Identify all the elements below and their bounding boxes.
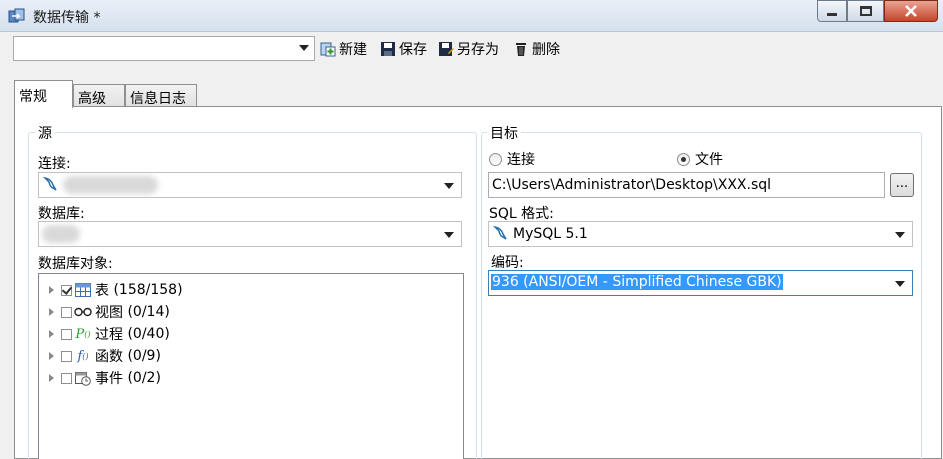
tree-item-label: 过程 xyxy=(95,327,123,343)
title-bar: 数据传输 * xyxy=(0,0,943,32)
save-as-label: 另存为 xyxy=(457,42,499,58)
toolbar: 新建 保存 另存为 删除 xyxy=(0,32,943,68)
source-connection-select[interactable] xyxy=(38,172,462,198)
source-title: 源 xyxy=(35,123,55,143)
expand-arrow-icon[interactable] xyxy=(49,308,54,316)
tree-item-label: 表 xyxy=(95,283,109,299)
mysql-dolphin-icon xyxy=(492,225,509,245)
delete-button[interactable]: 删除 xyxy=(513,40,560,58)
tree-item-count: (0/9) xyxy=(127,348,161,364)
tree-item-count: (0/2) xyxy=(127,370,161,386)
chevron-down-icon xyxy=(299,45,309,51)
maximize-icon xyxy=(859,6,872,16)
procedures-checkbox[interactable] xyxy=(61,328,72,340)
radio-file-dot xyxy=(677,152,690,166)
trash-icon xyxy=(516,43,526,56)
window-title: 数据传输 * xyxy=(33,10,101,26)
new-icon xyxy=(320,42,336,57)
minimize-icon xyxy=(827,12,837,16)
event-icon xyxy=(74,370,92,386)
sql-format-label: SQL 格式: xyxy=(489,206,554,222)
target-group: 目标 连接 文件 C:\Users\Administrator\Desktop\… xyxy=(481,123,922,459)
function-icon: f() xyxy=(77,348,89,364)
radio-target-connection[interactable]: 连接 xyxy=(489,149,535,169)
tab-advanced-label: 高级 xyxy=(78,91,106,107)
mysql-dolphin-icon xyxy=(42,176,59,196)
database-objects-tree[interactable]: 表 (158/158) 视图 (0/14) P() 过程 (0/40) f ()… xyxy=(38,273,464,459)
tab-advanced[interactable]: 高级 xyxy=(73,84,125,107)
expand-arrow-icon[interactable] xyxy=(49,374,54,382)
expand-arrow-icon[interactable] xyxy=(49,352,54,360)
data-transfer-icon xyxy=(8,8,26,24)
view-icon xyxy=(74,304,92,320)
tree-item-count: (158/158) xyxy=(113,282,183,298)
procedure-icon: P() xyxy=(75,326,91,342)
save-icon xyxy=(381,42,395,56)
file-path-input[interactable]: C:\Users\Administrator\Desktop\XXX.sql xyxy=(488,172,885,198)
tree-item-count: (0/14) xyxy=(127,304,170,320)
close-icon xyxy=(905,5,917,17)
functions-checkbox[interactable] xyxy=(61,350,72,362)
tree-item-procedures[interactable]: P() 过程 (0/40) xyxy=(49,324,170,344)
encoding-label: 编码: xyxy=(491,255,524,271)
database-objects-label: 数据库对象: xyxy=(38,256,113,272)
save-as-icon xyxy=(439,42,454,56)
redacted-database-name xyxy=(42,225,80,243)
encoding-select[interactable]: 936 (ANSI/OEM - Simplified Chinese GBK) xyxy=(488,270,913,296)
table-icon xyxy=(74,282,92,298)
general-panel: 源 连接: 数据库: 数据库对象: 表 (158/158) 视图 (0/14) … xyxy=(14,106,942,459)
encoding-value: 936 (ANSI/OEM - Simplified Chinese GBK) xyxy=(491,274,783,290)
close-button[interactable] xyxy=(884,0,938,22)
chevron-down-icon xyxy=(895,232,905,238)
new-label: 新建 xyxy=(339,42,367,58)
maximize-button[interactable] xyxy=(847,0,884,22)
save-as-button[interactable]: 另存为 xyxy=(438,40,499,58)
tree-item-label: 事件 xyxy=(95,371,123,387)
target-title: 目标 xyxy=(487,123,521,143)
radio-file-label: 文件 xyxy=(695,152,723,168)
delete-label: 删除 xyxy=(532,42,560,58)
profile-select[interactable] xyxy=(13,36,315,61)
tab-message-log[interactable]: 信息日志 xyxy=(125,84,197,107)
save-label: 保存 xyxy=(399,42,427,58)
tree-item-label: 函数 xyxy=(95,349,123,365)
minimize-button[interactable] xyxy=(817,0,847,22)
sql-format-select[interactable]: MySQL 5.1 xyxy=(488,221,913,247)
radio-connection-label: 连接 xyxy=(507,152,535,168)
tree-item-functions[interactable]: f() 函数 (0/9) xyxy=(49,346,161,366)
tree-item-tables[interactable]: 表 (158/158) xyxy=(49,280,183,300)
browse-button[interactable]: ... xyxy=(890,173,914,197)
tree-item-label: 视图 xyxy=(95,305,123,321)
source-database-select[interactable] xyxy=(38,221,462,247)
radio-connection-dot xyxy=(489,152,502,166)
events-checkbox[interactable] xyxy=(61,372,72,384)
views-checkbox[interactable] xyxy=(61,306,72,318)
expand-arrow-icon[interactable] xyxy=(49,330,54,338)
chevron-down-icon xyxy=(444,232,454,238)
tab-general-label: 常规 xyxy=(19,89,47,105)
database-label: 数据库: xyxy=(38,206,85,222)
tree-item-views[interactable]: 视图 (0/14) xyxy=(49,302,170,322)
tab-message-log-label: 信息日志 xyxy=(130,91,186,107)
tree-item-count: (0/40) xyxy=(127,326,170,342)
chevron-down-icon xyxy=(444,183,454,189)
radio-target-file[interactable]: 文件 xyxy=(677,149,723,169)
tables-checkbox[interactable] xyxy=(61,284,72,296)
tree-item-events[interactable]: 事件 (0/2) xyxy=(49,368,161,388)
save-button[interactable]: 保存 xyxy=(380,40,427,58)
new-button[interactable]: 新建 xyxy=(320,40,367,58)
expand-arrow-icon[interactable] xyxy=(49,286,54,294)
connection-label: 连接: xyxy=(38,156,71,172)
source-group: 源 连接: 数据库: 数据库对象: 表 (158/158) 视图 (0/14) … xyxy=(28,123,477,459)
sql-format-value: MySQL 5.1 xyxy=(513,226,588,242)
tab-general[interactable]: 常规 xyxy=(14,80,73,108)
chevron-down-icon xyxy=(895,281,905,287)
redacted-connection-name xyxy=(63,176,158,194)
